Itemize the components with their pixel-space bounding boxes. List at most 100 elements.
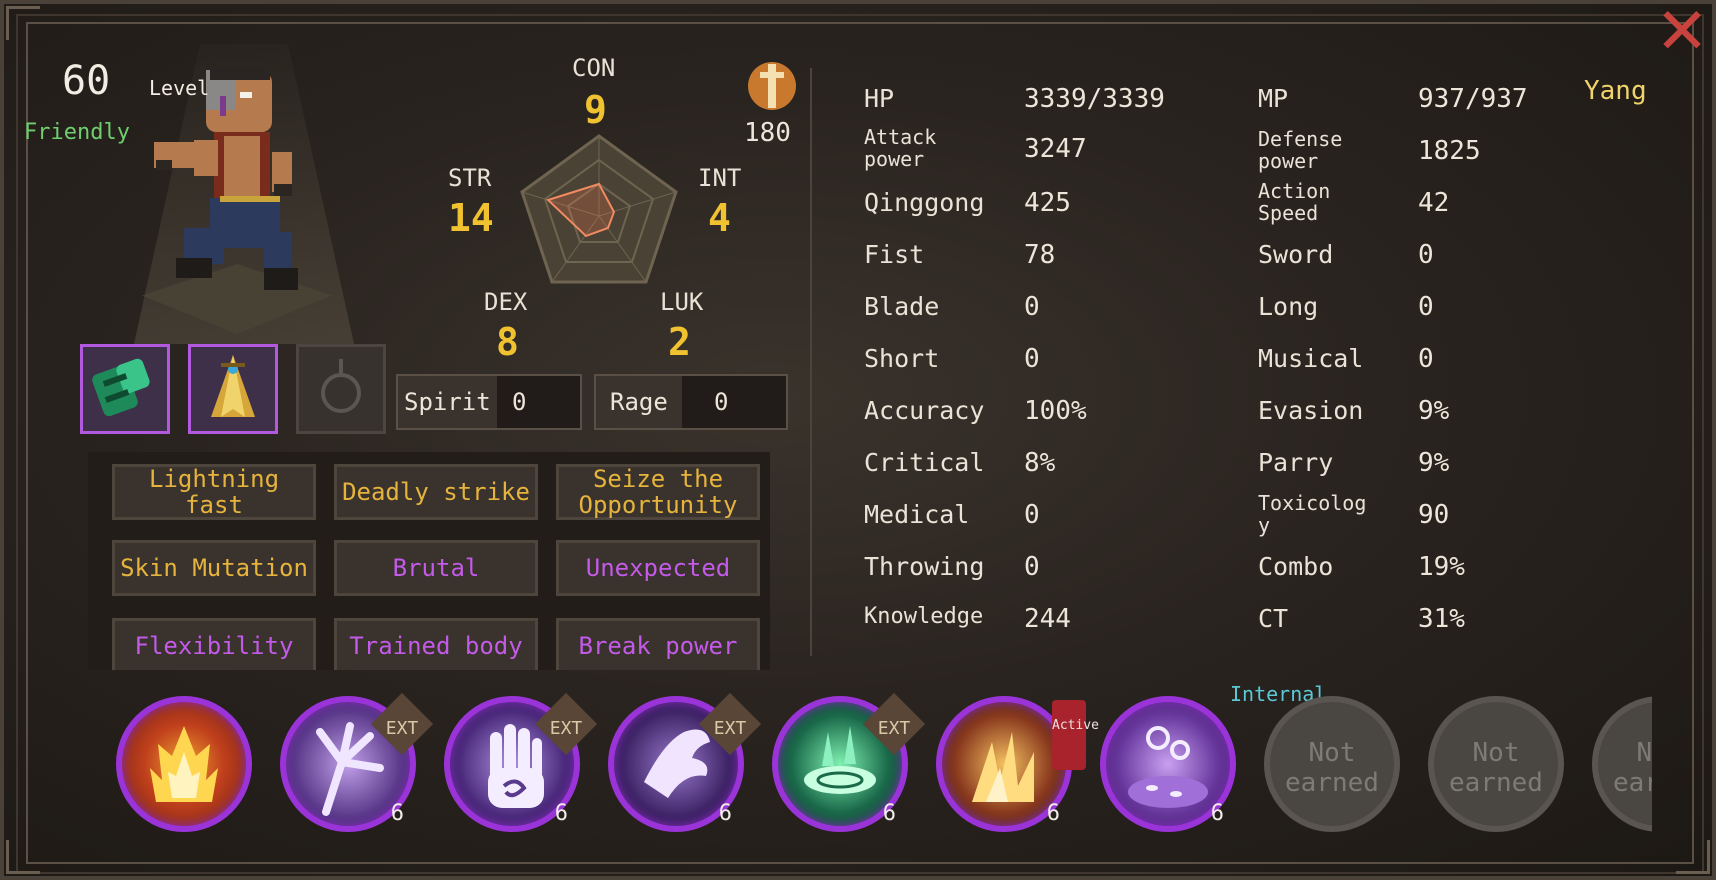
stat-attack-power-label: Attack power: [864, 125, 937, 171]
fire-aura-skill-icon: [150, 726, 218, 802]
skill-slot-3[interactable]: EXT 6: [444, 692, 598, 832]
skill-tag: EXT: [549, 718, 583, 739]
trait-break-power[interactable]: Break power: [556, 618, 760, 670]
trait-seize-the-opportunity[interactable]: Seize the Opportunity: [556, 464, 760, 520]
level-number: 60: [62, 58, 111, 104]
stat-knowledge-value: 244: [1024, 604, 1071, 634]
stat-parry-value: 9%: [1418, 448, 1450, 478]
stat-hp-label: HP: [864, 84, 895, 113]
attr-dex-value: 8: [496, 320, 519, 364]
skill-slot-4[interactable]: EXT 6: [608, 692, 762, 832]
stat-sword-value: 0: [1418, 240, 1434, 270]
attribute-radar-chart: [520, 134, 678, 284]
stat-attack-power-value: 3247: [1024, 134, 1087, 164]
trait-trained-body[interactable]: Trained body: [334, 618, 538, 670]
skill-level: 6: [390, 801, 404, 826]
skill-tag: EXT: [713, 718, 747, 739]
attitude-status: Friendly: [24, 120, 130, 145]
skill-tag: Active: [1052, 700, 1099, 770]
trait-brutal[interactable]: Brutal: [334, 540, 538, 596]
skill-slot-10[interactable]: Not earned: [1592, 696, 1652, 832]
attr-con-value: 9: [584, 88, 607, 132]
stat-fist-value: 78: [1024, 240, 1056, 270]
rage-box: Rage 0: [594, 374, 788, 430]
rage-label: Rage: [596, 376, 682, 428]
stat-defense-power-label: Defense power: [1258, 127, 1343, 173]
character-name: Yang: [1584, 76, 1647, 106]
stat-musical-value: 0: [1418, 344, 1434, 374]
frame-corner: [6, 6, 40, 40]
stat-musical-label: Musical: [1258, 344, 1364, 373]
stat-short-value: 0: [1024, 344, 1040, 374]
stat-blade-label: Blade: [864, 292, 940, 321]
frame-corner: [6, 840, 40, 874]
stat-qinggong-label: Qinggong: [864, 188, 985, 217]
stat-knowledge-label: Knowledge: [864, 604, 984, 629]
stat-toxicology-label: Toxicology: [1258, 491, 1367, 537]
section-divider: [810, 68, 812, 656]
stat-ct-label: CT: [1258, 604, 1289, 633]
stat-long-value: 0: [1418, 292, 1434, 322]
attr-int-value: 4: [708, 196, 731, 240]
skill-tag: EXT: [385, 718, 419, 739]
stat-medical-value: 0: [1024, 500, 1040, 530]
attr-str-label: STR: [448, 164, 492, 192]
trait-list[interactable]: Lightning fast Deadly strike Seize the O…: [88, 452, 770, 670]
skill-slot-5[interactable]: EXT 6: [772, 692, 926, 832]
stat-accuracy-value: 100%: [1024, 396, 1087, 426]
skill-slot-1[interactable]: [116, 696, 252, 832]
skill-level: 6: [882, 801, 896, 826]
stat-hp-value: 3339/3339: [1024, 84, 1165, 114]
spirit-value: 0: [512, 388, 527, 416]
attr-con-label: CON: [572, 54, 616, 82]
attr-dex-label: DEX: [484, 288, 528, 316]
stat-long-label: Long: [1258, 292, 1319, 321]
stat-throwing-value: 0: [1024, 552, 1040, 582]
stat-qinggong-value: 425: [1024, 188, 1071, 218]
level-label: Level: [149, 76, 210, 100]
attribute-points: 180: [744, 118, 791, 148]
skill-slot-7[interactable]: Internal 6: [1100, 684, 1326, 832]
empty-skill-label: Not earned: [1613, 738, 1652, 798]
skill-bar[interactable]: EXT 6 EXT 6 EXT 6 EXT 6 Active 6 Interna…: [112, 684, 1652, 844]
spirit-label: Spirit: [398, 376, 497, 428]
stat-action-speed-value: 42: [1418, 188, 1450, 218]
attr-luk-label: LUK: [660, 288, 704, 316]
stat-action-speed-label: Action Speed: [1258, 179, 1331, 225]
stat-ct-value: 31%: [1418, 604, 1465, 634]
skill-level: 6: [1210, 801, 1224, 826]
stat-critical-value: 8%: [1024, 448, 1056, 478]
attr-str-value: 14: [448, 196, 494, 240]
trait-deadly-strike[interactable]: Deadly strike: [334, 464, 538, 520]
stat-mp-value: 937/937: [1418, 84, 1528, 114]
skill-tag: EXT: [877, 718, 911, 739]
stat-mp-label: MP: [1258, 84, 1289, 113]
skill-slot-9[interactable]: Not earned: [1428, 696, 1564, 832]
skill-slot-2[interactable]: EXT 6: [280, 692, 434, 832]
trait-unexpected[interactable]: Unexpected: [556, 540, 760, 596]
stat-critical-label: Critical: [864, 448, 985, 477]
trait-skin-mutation[interactable]: Skin Mutation: [112, 540, 316, 596]
trait-lightning-fast[interactable]: Lightning fast: [112, 464, 316, 520]
frame-corner: [1676, 840, 1710, 874]
skill-slot-8[interactable]: Not earned: [1264, 696, 1400, 832]
empty-skill-label: Not earned: [1449, 738, 1543, 798]
empty-skill-label: Not earned: [1285, 738, 1379, 798]
equipment-slot-cloak[interactable]: [188, 344, 278, 434]
equipment-slot-bracer[interactable]: [80, 344, 170, 434]
stat-combo-label: Combo: [1258, 552, 1334, 581]
stat-blade-value: 0: [1024, 292, 1040, 322]
attr-luk-value: 2: [668, 320, 691, 364]
attribute-points-icon: [748, 62, 796, 110]
equipment-slot-accessory[interactable]: [296, 344, 386, 434]
skill-slot-6[interactable]: Active 6: [936, 696, 1099, 832]
stat-sword-label: Sword: [1258, 240, 1334, 269]
accessory-slot-icon: [321, 359, 361, 413]
stat-short-label: Short: [864, 344, 940, 373]
trait-flexibility[interactable]: Flexibility: [112, 618, 316, 670]
spirit-box: Spirit 0: [396, 374, 582, 430]
skill-level: 6: [718, 801, 732, 826]
close-icon[interactable]: ✕: [1652, 0, 1712, 64]
attr-int-label: INT: [698, 164, 742, 192]
stat-evasion-value: 9%: [1418, 396, 1450, 426]
